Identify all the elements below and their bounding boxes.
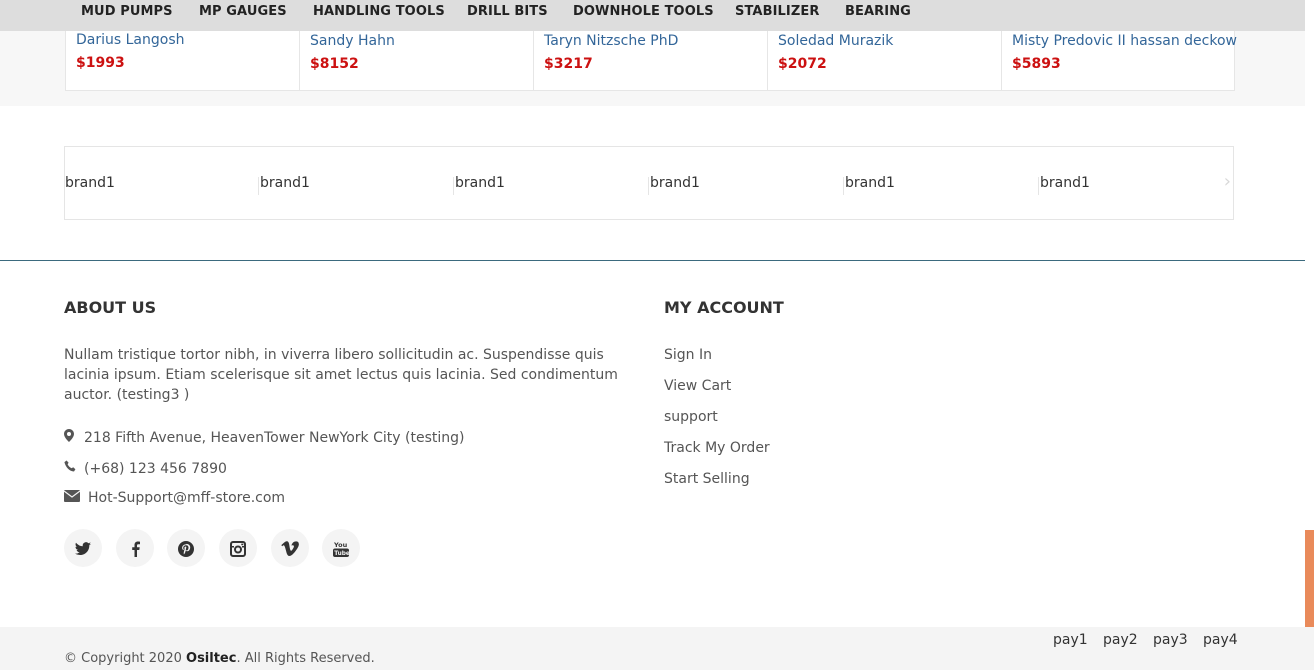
phone-icon <box>64 460 78 477</box>
email-row[interactable]: Hot-Support@mff-store.com <box>63 490 285 506</box>
brand-divider <box>648 177 649 195</box>
nav-item-downhole-tools[interactable]: DOWNHOLE TOOLS <box>573 4 714 19</box>
brand-logo[interactable]: brand1 <box>650 175 700 191</box>
brand-logo[interactable]: brand1 <box>65 175 115 191</box>
nav-item-mud-pumps[interactable]: MUD PUMPS <box>81 4 173 19</box>
nav-item-stabilizer[interactable]: STABILIZER <box>735 4 819 19</box>
product-card[interactable]: Taryn Nitzsche PhD $3217 <box>534 31 768 90</box>
map-marker-icon <box>64 429 78 446</box>
svg-text:You: You <box>333 541 348 549</box>
brand-divider <box>258 177 259 195</box>
product-price: $8152 <box>310 56 359 72</box>
support-link[interactable]: support <box>664 409 718 425</box>
svg-text:Tube: Tube <box>334 551 350 557</box>
instagram-icon[interactable] <box>219 529 257 567</box>
view-cart-link[interactable]: View Cart <box>664 378 731 394</box>
scrollbar-thumb[interactable] <box>1305 530 1314 627</box>
payment-method-1: pay1 <box>1053 632 1088 648</box>
my-account-heading: MY ACCOUNT <box>664 298 784 317</box>
pinterest-icon[interactable] <box>167 529 205 567</box>
product-list: Darius Langosh $1993 Sandy Hahn $8152 Ta… <box>65 31 1237 91</box>
brands-carousel: brand1 brand1 brand1 brand1 brand1 brand… <box>64 146 1234 220</box>
payment-method-4: pay4 <box>1203 632 1238 648</box>
brand-logo[interactable]: brand1 <box>1040 175 1090 191</box>
address-row: 218 Fifth Avenue, HeavenTower NewYork Ci… <box>64 429 464 446</box>
vimeo-icon[interactable] <box>271 529 309 567</box>
sign-in-link[interactable]: Sign In <box>664 347 712 363</box>
brand-divider <box>1038 177 1039 195</box>
copyright-brand[interactable]: Osiltec <box>186 651 236 666</box>
product-name[interactable]: Sandy Hahn <box>310 33 395 49</box>
product-price: $1993 <box>76 55 125 71</box>
product-name[interactable]: Darius Langosh <box>76 32 185 48</box>
chevron-right-icon[interactable]: › <box>1224 171 1231 192</box>
nav-item-drill-bits[interactable]: DRILL BITS <box>467 4 548 19</box>
brand-logo[interactable]: brand1 <box>455 175 505 191</box>
start-selling-link[interactable]: Start Selling <box>664 471 750 487</box>
track-order-link[interactable]: Track My Order <box>664 440 770 456</box>
footer-bottom-bar: © Copyright 2020 Osiltec. All Rights Res… <box>0 627 1314 670</box>
scrollbar-track[interactable] <box>1305 0 1314 530</box>
email-link[interactable]: Hot-Support@mff-store.com <box>88 490 285 506</box>
payment-method-3: pay3 <box>1153 632 1188 648</box>
top-nav-bar: MUD PUMPS MP GAUGES HANDLING TOOLS DRILL… <box>0 0 1305 31</box>
footer-divider <box>0 260 1305 261</box>
product-card[interactable]: Soledad Murazik $2072 <box>768 31 1002 90</box>
envelope-icon <box>63 490 81 506</box>
product-price: $3217 <box>544 56 593 72</box>
product-name[interactable]: Soledad Murazik <box>778 33 893 49</box>
brand-logo[interactable]: brand1 <box>260 175 310 191</box>
youtube-icon[interactable]: You Tube <box>322 529 360 567</box>
product-price: $5893 <box>1012 56 1061 72</box>
phone-text: (+68) 123 456 7890 <box>84 461 227 477</box>
phone-row: (+68) 123 456 7890 <box>64 460 227 477</box>
payment-method-2: pay2 <box>1103 632 1138 648</box>
about-us-text: Nullam tristique tortor nibh, in viverra… <box>64 347 618 403</box>
product-price: $2072 <box>778 56 827 72</box>
brand-divider <box>843 177 844 195</box>
facebook-icon[interactable] <box>116 529 154 567</box>
products-section: Darius Langosh $1993 Sandy Hahn $8152 Ta… <box>0 31 1305 106</box>
copyright-suffix: . All Rights Reserved. <box>236 651 375 666</box>
copyright-prefix: © Copyright 2020 <box>64 651 187 666</box>
product-card[interactable]: Sandy Hahn $8152 <box>300 31 534 90</box>
twitter-icon[interactable] <box>64 529 102 567</box>
product-card[interactable]: Darius Langosh $1993 <box>66 31 300 90</box>
nav-item-handling-tools[interactable]: HANDLING TOOLS <box>313 4 445 19</box>
product-card[interactable]: Misty Predovic II hassan deckow $5893 <box>1002 31 1237 90</box>
product-name[interactable]: Misty Predovic II hassan deckow <box>1012 33 1237 49</box>
brand-divider <box>453 177 454 195</box>
copyright-text: © Copyright 2020 Osiltec. All Rights Res… <box>64 651 375 666</box>
about-us-heading: ABOUT US <box>64 298 157 317</box>
address-text: 218 Fifth Avenue, HeavenTower NewYork Ci… <box>84 430 465 446</box>
nav-item-bearing[interactable]: BEARING <box>845 4 911 19</box>
nav-item-mp-gauges[interactable]: MP GAUGES <box>199 4 287 19</box>
brand-logo[interactable]: brand1 <box>845 175 895 191</box>
product-name[interactable]: Taryn Nitzsche PhD <box>544 33 678 49</box>
